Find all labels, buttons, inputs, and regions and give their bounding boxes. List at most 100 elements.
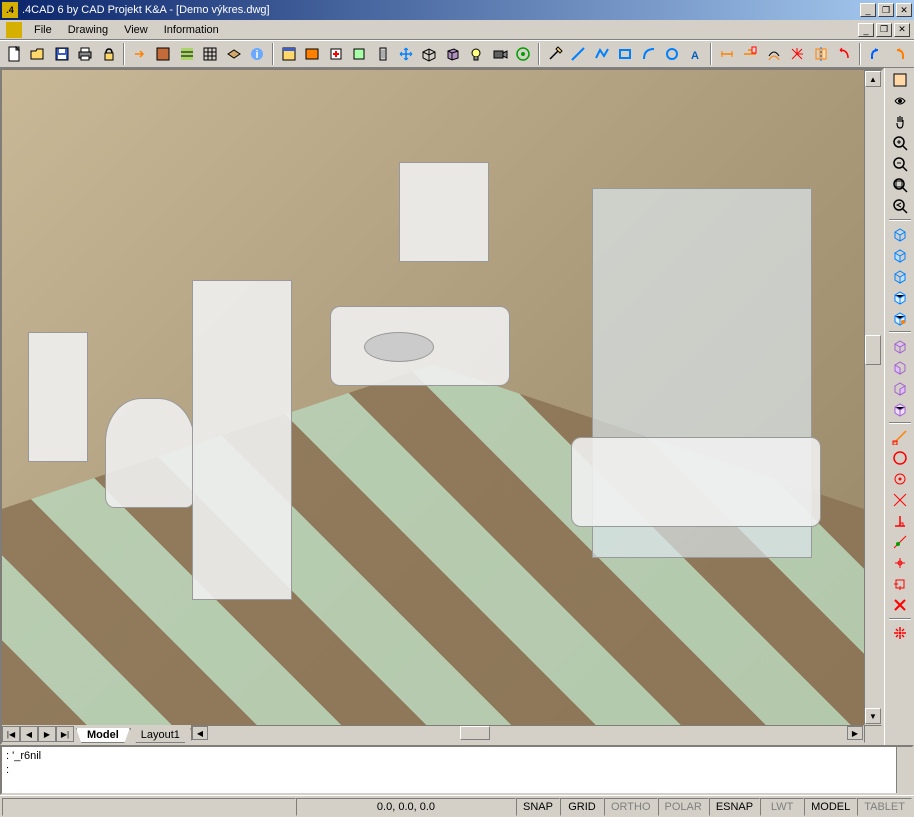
pan-button[interactable]: [889, 112, 911, 132]
zoom-regen-button[interactable]: [889, 91, 911, 111]
save-button[interactable]: [51, 43, 72, 65]
snap-settings-button[interactable]: [889, 623, 911, 643]
tool-pattern1-button[interactable]: [153, 43, 174, 65]
menu-file[interactable]: File: [26, 22, 60, 38]
tool-dimension-button[interactable]: [716, 43, 737, 65]
tab-model[interactable]: Model: [76, 728, 130, 743]
tool-light-button[interactable]: [466, 43, 487, 65]
redo-button[interactable]: [888, 43, 909, 65]
mdi-minimize-button[interactable]: _: [858, 23, 874, 37]
vertical-scrollbar[interactable]: ▲ ▼: [864, 70, 882, 725]
tab-prev-button[interactable]: ◀: [20, 726, 38, 742]
lwt-toggle[interactable]: LWT: [760, 798, 804, 816]
command-text[interactable]: : '_r6nil :: [2, 747, 896, 793]
tool-circle-button[interactable]: [661, 43, 682, 65]
tab-next-button[interactable]: ▶: [38, 726, 56, 742]
snap-toggle[interactable]: SNAP: [516, 798, 560, 816]
snap-midpoint-button[interactable]: [889, 448, 911, 468]
snap-intersection-button[interactable]: [889, 490, 911, 510]
view3d-front-button[interactable]: [889, 357, 911, 377]
minimize-button[interactable]: _: [860, 3, 876, 17]
tool-offset-button[interactable]: [763, 43, 784, 65]
hscroll-thumb[interactable]: [460, 726, 490, 740]
horizontal-scrollbar[interactable]: ◀ ▶: [191, 725, 864, 741]
snap-nearest-button[interactable]: [889, 532, 911, 552]
tool-render-button[interactable]: [513, 43, 534, 65]
tool-wall-button[interactable]: [301, 43, 322, 65]
tool-explode-button[interactable]: [787, 43, 808, 65]
zoom-previous-button[interactable]: [889, 196, 911, 216]
zoom-extents-button[interactable]: [889, 175, 911, 195]
esnap-toggle[interactable]: ESNAP: [709, 798, 760, 816]
tool-trim-button[interactable]: [740, 43, 761, 65]
zoom-in-button[interactable]: [889, 133, 911, 153]
open-button[interactable]: [27, 43, 48, 65]
tool-camera-button[interactable]: [489, 43, 510, 65]
tool-grid-button[interactable]: [200, 43, 221, 65]
scroll-down-button[interactable]: ▼: [865, 708, 881, 724]
tool-move-button[interactable]: [395, 43, 416, 65]
view-front-button[interactable]: [889, 245, 911, 265]
new-button[interactable]: [4, 43, 25, 65]
tablet-toggle[interactable]: TABLET: [857, 798, 912, 816]
tool-rect-button[interactable]: [614, 43, 635, 65]
view-iso-sw-button[interactable]: [889, 287, 911, 307]
tool-element-button[interactable]: [348, 43, 369, 65]
grid-toggle[interactable]: GRID: [560, 798, 604, 816]
snap-none-button[interactable]: [889, 595, 911, 615]
menu-drawing[interactable]: Drawing: [60, 22, 116, 38]
mdi-close-button[interactable]: ✕: [894, 23, 910, 37]
view-iso-se-button[interactable]: [889, 308, 911, 328]
view3d-top-button[interactable]: [889, 336, 911, 356]
tool-arc-button[interactable]: [638, 43, 659, 65]
print-button[interactable]: [74, 43, 95, 65]
snap-perpendicular-button[interactable]: [889, 511, 911, 531]
tab-layout1[interactable]: Layout1: [130, 728, 191, 743]
snap-node-button[interactable]: [889, 553, 911, 573]
zoom-window-button[interactable]: [889, 70, 911, 90]
tool-column-button[interactable]: [372, 43, 393, 65]
view3d-right-button[interactable]: [889, 378, 911, 398]
tab-first-button[interactable]: |◀: [2, 726, 20, 742]
ortho-toggle[interactable]: ORTHO: [604, 798, 658, 816]
menu-view[interactable]: View: [116, 22, 156, 38]
tool-insert-button[interactable]: [325, 43, 346, 65]
drawing-canvas[interactable]: [2, 70, 864, 725]
maximize-button[interactable]: ❐: [878, 3, 894, 17]
mdi-restore-button[interactable]: ❐: [876, 23, 892, 37]
tool-mirror-button[interactable]: [810, 43, 831, 65]
command-window[interactable]: : '_r6nil :: [0, 745, 914, 795]
scroll-left-button[interactable]: ◀: [192, 726, 208, 740]
view3d-iso-button[interactable]: [889, 399, 911, 419]
scroll-right-button[interactable]: ▶: [847, 726, 863, 740]
tab-last-button[interactable]: ▶|: [56, 726, 74, 742]
tool-slab-button[interactable]: [223, 43, 244, 65]
view-top-button[interactable]: [889, 224, 911, 244]
tool-draw-button[interactable]: [544, 43, 565, 65]
tool-pattern2-button[interactable]: [176, 43, 197, 65]
snap-center-button[interactable]: [889, 469, 911, 489]
info-button[interactable]: i: [247, 43, 268, 65]
close-button[interactable]: ✕: [896, 3, 912, 17]
menu-information[interactable]: Information: [156, 22, 227, 38]
polar-toggle[interactable]: POLAR: [658, 798, 709, 816]
tool-arrow-button[interactable]: [129, 43, 150, 65]
tool-window-button[interactable]: [278, 43, 299, 65]
tool-rotate-button[interactable]: [833, 43, 854, 65]
tool-polyline-button[interactable]: [591, 43, 612, 65]
snap-endpoint-button[interactable]: [889, 427, 911, 447]
scroll-thumb[interactable]: [865, 335, 881, 365]
view-right-button[interactable]: [889, 266, 911, 286]
scroll-up-button[interactable]: ▲: [865, 71, 881, 87]
model-toggle[interactable]: MODEL: [804, 798, 857, 816]
command-scrollbar[interactable]: [896, 747, 912, 793]
scroll-track[interactable]: [865, 87, 881, 708]
lock-button[interactable]: [98, 43, 119, 65]
snap-insert-button[interactable]: [889, 574, 911, 594]
tool-box-button[interactable]: [442, 43, 463, 65]
tool-line-button[interactable]: [567, 43, 588, 65]
zoom-out-button[interactable]: [889, 154, 911, 174]
tool-isometric-button[interactable]: [419, 43, 440, 65]
tool-text-button[interactable]: A: [685, 43, 706, 65]
undo-button[interactable]: [865, 43, 886, 65]
